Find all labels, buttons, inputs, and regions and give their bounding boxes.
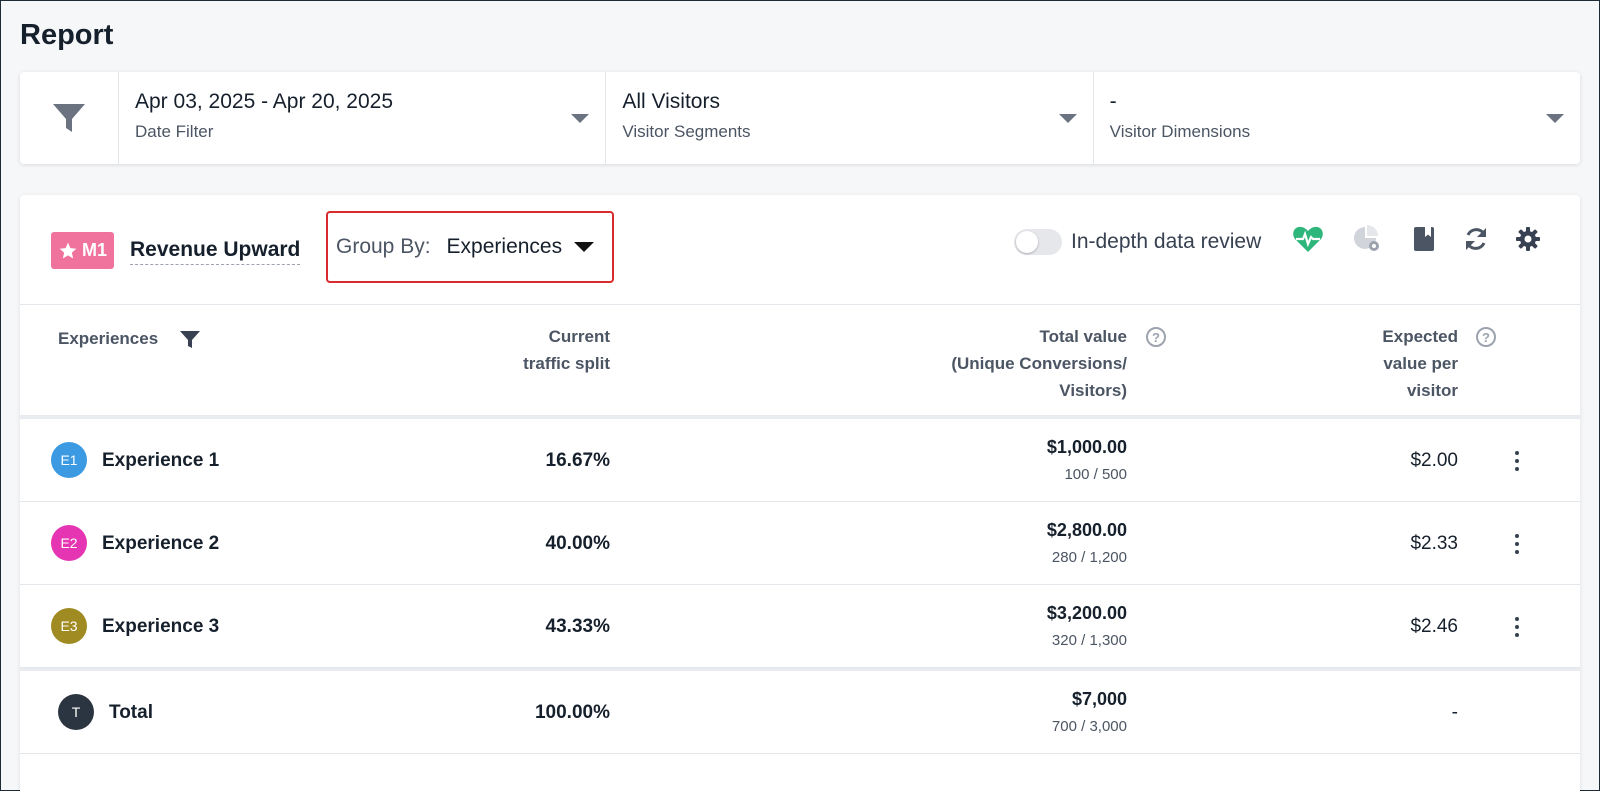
- filter-button[interactable]: [20, 72, 119, 164]
- filter-bar: Apr 03, 2025 - Apr 20, 2025 Date Filter …: [20, 72, 1580, 164]
- chart-settings-icon[interactable]: [1351, 223, 1383, 255]
- conversions-visitors: 100 / 500: [1064, 466, 1127, 483]
- total-value-cell: $1,000.00 100 / 500: [1047, 437, 1127, 483]
- star-icon: [59, 242, 77, 258]
- gear-icon[interactable]: [1512, 223, 1544, 255]
- row-menu-icon[interactable]: [1507, 615, 1527, 639]
- book-icon[interactable]: [1408, 223, 1440, 255]
- chevron-down-icon: [571, 114, 590, 123]
- total-value: $2,800.00: [1046, 520, 1127, 540]
- experience-name: Experience 1: [102, 450, 220, 471]
- column-header-total-value: Total value (Unique Conversions/ Visitor…: [951, 327, 1127, 400]
- total-value: $3,200.00: [1046, 603, 1127, 623]
- avatar: E1: [51, 442, 87, 478]
- conversions-visitors: 320 / 1,300: [1051, 632, 1127, 649]
- column-header-traffic-split: Current traffic split: [523, 327, 610, 373]
- table-row[interactable]: E3 Experience 3 43.33% $3,200.00 320 / 1…: [20, 585, 1580, 668]
- avatar: E2: [51, 525, 87, 561]
- conversions-visitors: 700 / 3,000: [1051, 718, 1127, 735]
- row-menu-icon[interactable]: [1507, 532, 1527, 556]
- in-depth-review-label: In-depth data review: [1071, 230, 1262, 253]
- expected-value: $2.00: [1410, 450, 1458, 471]
- total-value-cell: $3,200.00 320 / 1,300: [1047, 603, 1127, 649]
- page-title: Report: [20, 19, 114, 51]
- total-value: $7,000: [1071, 689, 1127, 709]
- group-by-dropdown[interactable]: Group By: Experiences: [326, 211, 614, 283]
- date-filter-label: Date Filter: [135, 122, 214, 141]
- metric-badge: M1: [51, 232, 114, 269]
- row-menu-icon[interactable]: [1507, 449, 1527, 473]
- report-panel: M1 Revenue Upward Group By: Experiences …: [20, 195, 1580, 791]
- group-by-label: Group By:: [336, 235, 431, 258]
- total-value-cell: $7,000 700 / 3,000: [1052, 689, 1127, 735]
- date-filter-value: Apr 03, 2025 - Apr 20, 2025: [135, 90, 394, 113]
- total-label: Total: [109, 702, 153, 723]
- visitor-dimensions-dropdown[interactable]: - Visitor Dimensions: [1094, 72, 1580, 164]
- visitor-segments-label: Visitor Segments: [622, 122, 751, 141]
- metric-name-link[interactable]: Revenue Upward: [130, 238, 301, 265]
- in-depth-review-toggle[interactable]: [1014, 229, 1062, 255]
- table-row[interactable]: E2 Experience 2 40.00% $2,800.00 280 / 1…: [20, 502, 1580, 585]
- visitor-segments-value: All Visitors: [622, 90, 720, 113]
- column-filter-icon[interactable]: [180, 331, 200, 349]
- table-row[interactable]: E1 Experience 1 16.67% $1,000.00 100 / 5…: [20, 419, 1580, 502]
- funnel-icon: [53, 104, 85, 132]
- expected-value: $2.46: [1410, 616, 1458, 637]
- chevron-down-icon: [1545, 114, 1564, 123]
- help-icon[interactable]: ?: [1146, 327, 1166, 347]
- traffic-split-value: 40.00%: [545, 533, 610, 554]
- experience-name: Experience 3: [102, 616, 220, 637]
- refresh-icon[interactable]: [1460, 223, 1492, 255]
- expected-value: -: [1451, 702, 1458, 723]
- total-value-cell: $2,800.00 280 / 1,200: [1047, 520, 1127, 566]
- expected-value: $2.33: [1410, 533, 1458, 554]
- experience-name: Experience 2: [102, 533, 220, 554]
- chevron-down-icon: [1058, 114, 1077, 123]
- total-row: T Total 100.00% $7,000 700 / 3,000 -: [20, 668, 1580, 754]
- traffic-split-value: 43.33%: [545, 616, 610, 637]
- avatar: E3: [51, 608, 87, 644]
- visitor-segments-dropdown[interactable]: All Visitors Visitor Segments: [606, 72, 1094, 164]
- health-heart-icon[interactable]: [1292, 223, 1324, 255]
- metric-badge-label: M1: [81, 240, 107, 260]
- traffic-split-value: 16.67%: [545, 450, 610, 471]
- date-filter-dropdown[interactable]: Apr 03, 2025 - Apr 20, 2025 Date Filter: [119, 72, 607, 164]
- column-header-experiences: Experiences: [58, 329, 159, 348]
- report-toolbar: M1 Revenue Upward Group By: Experiences …: [20, 195, 1580, 305]
- visitor-dimensions-label: Visitor Dimensions: [1109, 122, 1251, 141]
- group-by-value: Experiences: [446, 235, 563, 258]
- column-header-expected-value: Expected value per visitor: [1382, 327, 1458, 400]
- caret-down-icon: [574, 242, 595, 252]
- avatar: T: [58, 694, 94, 730]
- toggle-knob: [1016, 231, 1038, 253]
- total-value: $1,000.00: [1046, 437, 1127, 457]
- total-traffic-split: 100.00%: [534, 702, 610, 723]
- conversions-visitors: 280 / 1,200: [1051, 549, 1127, 566]
- help-icon[interactable]: ?: [1476, 327, 1496, 347]
- visitor-dimensions-value: -: [1109, 90, 1117, 113]
- table-header: Experiences Current traffic split Total …: [20, 305, 1580, 419]
